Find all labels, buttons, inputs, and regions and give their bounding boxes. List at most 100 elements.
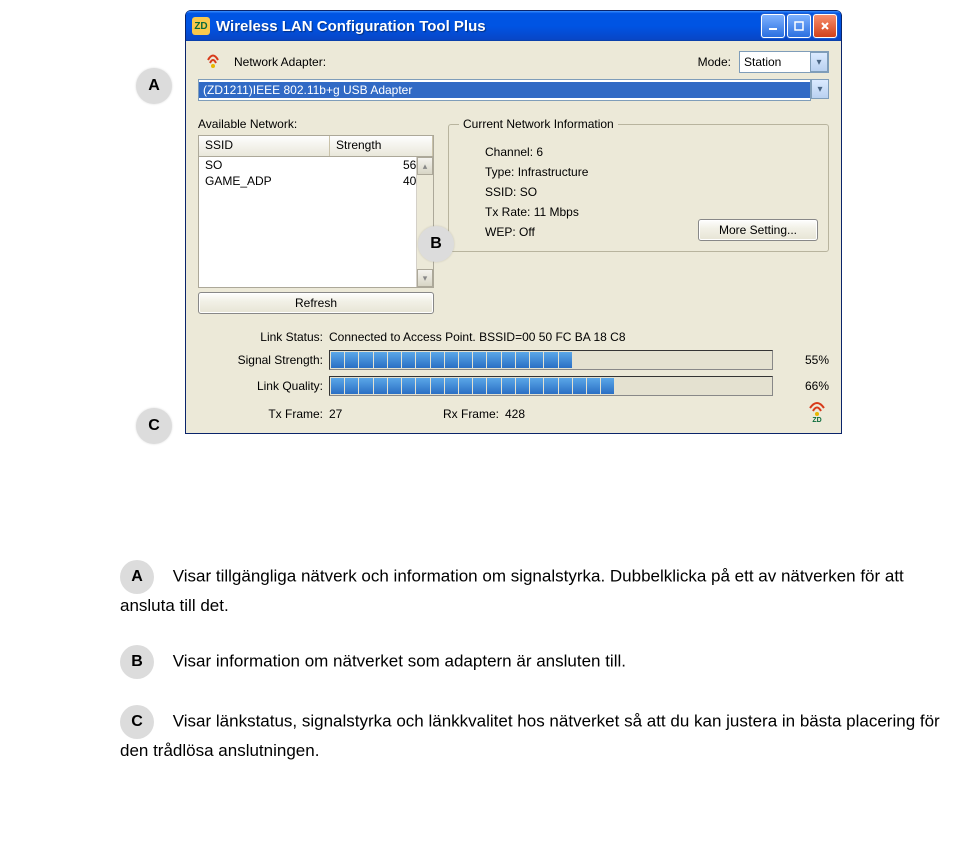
bar-segment <box>530 378 543 394</box>
list-item[interactable]: SO 56% <box>199 157 433 173</box>
list-item[interactable]: GAME_ADP 40% <box>199 173 433 189</box>
bar-segment <box>644 378 657 394</box>
bar-segment <box>530 352 543 368</box>
refresh-button[interactable]: Refresh <box>198 292 434 314</box>
bar-segment <box>615 352 628 368</box>
bar-segment <box>729 378 742 394</box>
bar-segment <box>516 352 529 368</box>
link-quality-pct: 66% <box>773 379 829 393</box>
wep-value: Off <box>519 225 535 239</box>
bar-segment <box>601 378 614 394</box>
bar-segment <box>729 352 742 368</box>
minimize-button[interactable] <box>761 14 785 38</box>
bar-segment <box>573 378 586 394</box>
bar-segment <box>601 352 614 368</box>
bar-segment <box>331 352 344 368</box>
title-bar[interactable]: ZD Wireless LAN Configuration Tool Plus <box>186 11 841 41</box>
mode-value: Station <box>744 55 781 69</box>
annotation-bubble-b: B <box>418 226 454 262</box>
bar-segment <box>374 378 387 394</box>
bar-segment <box>573 352 586 368</box>
scroll-down-icon[interactable]: ▾ <box>417 269 433 287</box>
signal-strength-label: Signal Strength: <box>198 353 329 367</box>
bar-segment <box>644 352 657 368</box>
bar-segment <box>402 378 415 394</box>
wifi-icon <box>202 54 224 70</box>
bar-segment <box>345 378 358 394</box>
bar-segment <box>516 378 529 394</box>
bar-segment <box>331 378 344 394</box>
bar-segment <box>473 352 486 368</box>
bar-segment <box>388 352 401 368</box>
ssid-label: SSID: <box>485 185 516 199</box>
bar-segment <box>544 378 557 394</box>
chevron-down-icon: ▾ <box>811 79 829 99</box>
link-quality-label: Link Quality: <box>198 379 329 393</box>
signal-strength-row: Signal Strength: 55% <box>198 350 829 370</box>
description-c-text: Visar länkstatus, signalstyrka och länkk… <box>120 711 940 760</box>
app-icon-text: ZD <box>194 21 207 32</box>
bubble-b-inline: B <box>120 645 154 679</box>
mode-select[interactable]: Station ▾ <box>739 51 829 73</box>
bar-segment <box>374 352 387 368</box>
available-network-panel: Available Network: SSID Strength SO 56% … <box>198 117 434 314</box>
bar-segment <box>672 352 685 368</box>
adapter-select[interactable]: (ZD1211)IEEE 802.11b+g USB Adapter ▾ <box>198 79 829 101</box>
current-network-panel: Current Network Information Channel: 6 T… <box>448 117 829 314</box>
window-controls <box>761 14 837 38</box>
network-section: Available Network: SSID Strength SO 56% … <box>198 117 829 314</box>
scrollbar[interactable]: ▴ ▾ <box>416 157 433 287</box>
scroll-up-icon[interactable]: ▴ <box>417 157 433 175</box>
channel-label: Channel: <box>485 145 533 159</box>
col-strength[interactable]: Strength <box>330 136 433 156</box>
bar-segment <box>416 352 429 368</box>
col-ssid[interactable]: SSID <box>199 136 330 156</box>
txrate-label: Tx Rate: <box>485 205 530 219</box>
bar-segment <box>445 352 458 368</box>
bar-segment <box>715 352 728 368</box>
ssid-cell: SO <box>199 157 329 173</box>
close-button[interactable] <box>813 14 837 38</box>
more-setting-button[interactable]: More Setting... <box>698 219 818 241</box>
bar-segment <box>359 378 372 394</box>
window-body: Network Adapter: Mode: Station ▾ (ZD1211… <box>186 41 841 433</box>
app-window: ZD Wireless LAN Configuration Tool Plus <box>185 10 842 434</box>
bar-segment <box>658 352 671 368</box>
adapter-header-row: Network Adapter: Mode: Station ▾ <box>198 51 829 73</box>
tx-frame-label: Tx Frame: <box>198 407 329 421</box>
bubble-a-inline: A <box>120 560 154 594</box>
description-a: A Visar tillgängliga nätverk och informa… <box>120 560 950 619</box>
network-list-header[interactable]: SSID Strength <box>198 135 434 157</box>
bar-segment <box>559 352 572 368</box>
bar-segment <box>487 378 500 394</box>
bar-segment <box>758 378 771 394</box>
bar-segment <box>587 378 600 394</box>
signal-strength-bar <box>329 350 773 370</box>
network-adapter-label: Network Adapter: <box>234 55 326 69</box>
rx-frame-label: Rx Frame: <box>409 407 505 421</box>
bar-segment <box>487 352 500 368</box>
bar-segment <box>473 378 486 394</box>
annotation-bubble-c: C <box>136 408 172 444</box>
bar-segment <box>502 352 515 368</box>
available-network-label: Available Network: <box>198 117 434 131</box>
description-area: A Visar tillgängliga nätverk och informa… <box>120 560 950 789</box>
signal-strength-pct: 55% <box>773 353 829 367</box>
bar-segment <box>615 378 628 394</box>
type-label: Type: <box>485 165 514 179</box>
wifi-icon: ZD <box>805 402 829 425</box>
link-status-row: Link Status: Connected to Access Point. … <box>198 330 829 344</box>
ssid-cell: GAME_ADP <box>199 173 329 189</box>
mode-label: Mode: <box>698 55 731 69</box>
txrate-value: 11 Mbps <box>534 205 579 219</box>
bar-segment <box>686 352 699 368</box>
network-list[interactable]: SO 56% GAME_ADP 40% ▴ ▾ <box>198 157 434 288</box>
ssid-row: SSID: SO <box>459 185 818 199</box>
bar-segment <box>701 378 714 394</box>
link-quality-row: Link Quality: 66% <box>198 376 829 396</box>
rx-frame-value: 428 <box>505 407 585 421</box>
fieldset-legend: Current Network Information <box>459 117 618 131</box>
bar-segment <box>658 378 671 394</box>
maximize-button[interactable] <box>787 14 811 38</box>
bar-segment <box>359 352 372 368</box>
